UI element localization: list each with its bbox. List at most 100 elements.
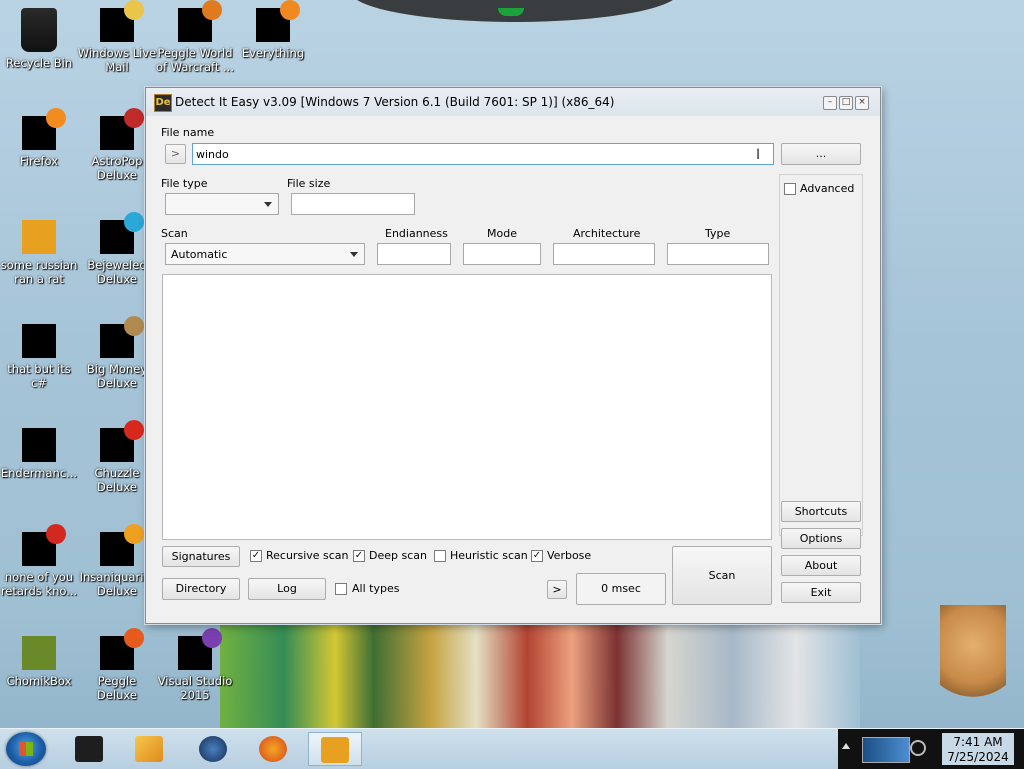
desktop-icon-peggle-deluxe[interactable]: Peggle Deluxe	[76, 628, 158, 702]
deep-scan-checkbox[interactable]: ✓	[353, 550, 365, 562]
results-panel[interactable]	[162, 274, 772, 540]
globe-icon	[199, 736, 227, 762]
game-icon	[100, 524, 144, 566]
elapsed-time: 0 msec	[576, 573, 666, 605]
taskbar-app-detect-it-easy[interactable]	[308, 732, 362, 766]
verbose-checkbox[interactable]: ✓	[531, 550, 543, 562]
scan-label: Scan	[161, 227, 188, 240]
media-player-icon	[135, 736, 163, 762]
desktop-icon-windows-live-mail[interactable]: Windows Live Mail	[76, 0, 158, 74]
desktop-icon-label: ChomikBox	[6, 674, 72, 688]
desktop-icon-label: Firefox	[19, 154, 59, 168]
next-button[interactable]: >	[547, 580, 567, 599]
taskbar-app-1[interactable]	[62, 732, 116, 766]
desktop-icon-none-of-you[interactable]: none of you retards kno...	[0, 524, 80, 598]
clock-date: 7/25/2024	[947, 750, 1009, 764]
taskbar: 7:41 AM 7/25/2024	[0, 728, 1024, 769]
heuristic-scan-label: Heuristic scan	[450, 549, 528, 562]
die-icon	[321, 737, 349, 763]
die-icon	[22, 220, 56, 254]
endianness-field[interactable]	[377, 243, 451, 265]
go-button[interactable]: >	[165, 144, 186, 164]
desktop-icon-recycle-bin[interactable]: Recycle Bin	[0, 2, 80, 70]
mode-field[interactable]	[463, 243, 541, 265]
game-icon	[178, 0, 222, 42]
detect-it-easy-window: De Detect It Easy v3.09 [Windows 7 Versi…	[145, 87, 881, 624]
desktop-icon-some-russian[interactable]: some russian ran a rat	[0, 214, 80, 286]
desktop-icon-label: some russian ran a rat	[0, 258, 78, 286]
text-cursor-icon: I	[756, 147, 761, 163]
desktop-icon-everything[interactable]: Everything	[232, 0, 314, 60]
desktop-icon-endermanc[interactable]: Endermanc...	[0, 422, 80, 480]
desktop-icon-firefox[interactable]: Firefox	[0, 108, 80, 168]
minimize-button[interactable]: –	[823, 96, 837, 110]
file-size-field[interactable]	[291, 193, 415, 215]
close-button[interactable]: ×	[855, 96, 869, 110]
file-name-input[interactable]: windo I	[192, 143, 774, 165]
scan-mode-select[interactable]: Automatic	[165, 243, 365, 265]
mode-label: Mode	[487, 227, 517, 240]
file-size-label: File size	[287, 177, 331, 190]
desktop-icon-label: Recycle Bin	[5, 56, 73, 70]
advanced-label: Advanced	[800, 182, 855, 195]
wallpaper-led	[498, 8, 524, 16]
exit-button[interactable]: Exit	[781, 582, 861, 603]
wallpaper-pixel-art	[220, 622, 860, 732]
clock[interactable]: 7:41 AM 7/25/2024	[942, 733, 1014, 765]
mail-icon	[100, 0, 144, 42]
options-button[interactable]: Options	[781, 528, 861, 549]
tray-app-icon[interactable]	[862, 737, 910, 763]
about-button[interactable]: About	[781, 555, 861, 576]
taskbar-app-firefox[interactable]	[246, 732, 300, 766]
file-type-label: File type	[161, 177, 208, 190]
file-name-text: windo	[196, 148, 229, 161]
type-label: Type	[705, 227, 731, 240]
desktop-icon-chomikbox[interactable]: ChomikBox	[0, 630, 80, 688]
taskbar-app-media[interactable]	[122, 732, 176, 766]
all-types-label: All types	[352, 582, 400, 595]
game-icon	[100, 420, 144, 462]
desktop-icon-label: Peggle World of Warcraft ...	[156, 46, 234, 74]
show-hidden-icons-icon[interactable]	[842, 743, 850, 749]
log-button[interactable]: Log	[248, 578, 326, 600]
shortcuts-button[interactable]: Shortcuts	[781, 501, 861, 522]
architecture-field[interactable]	[553, 243, 655, 265]
desktop-icon-label: Peggle Deluxe	[97, 674, 137, 702]
game-icon	[100, 628, 144, 670]
signatures-button[interactable]: Signatures	[162, 546, 240, 567]
search-app-icon	[256, 0, 300, 42]
architecture-label: Architecture	[573, 227, 641, 240]
die-app-icon: De	[154, 94, 172, 112]
desktop-icon-that-but-its-csharp[interactable]: that but its c#	[0, 318, 80, 390]
all-types-checkbox[interactable]	[335, 583, 347, 595]
file-type-select[interactable]	[165, 193, 279, 215]
desktop-icon-peggle-wow[interactable]: Peggle World of Warcraft ...	[154, 0, 236, 74]
directory-button[interactable]: Directory	[162, 578, 240, 600]
title-bar[interactable]: De Detect It Easy v3.09 [Windows 7 Versi…	[146, 88, 880, 116]
network-icon[interactable]	[910, 740, 926, 756]
maximize-button[interactable]: □	[839, 96, 853, 110]
scan-mode-value: Automatic	[171, 248, 228, 261]
game-icon	[100, 316, 144, 358]
windows-logo-icon	[19, 742, 33, 756]
start-button[interactable]	[6, 732, 46, 766]
desktop-icon-label: that but its c#	[7, 362, 71, 390]
advanced-checkbox[interactable]	[784, 183, 796, 195]
desktop-icon-label: Everything	[241, 46, 305, 60]
desktop-icon-visual-studio[interactable]: Visual Studio 2015	[154, 628, 236, 702]
file-name-label: File name	[161, 126, 215, 139]
window-title: Detect It Easy v3.09 [Windows 7 Version …	[175, 95, 615, 109]
scan-button[interactable]: Scan	[672, 546, 772, 605]
game-icon	[100, 212, 144, 254]
clock-time: 7:41 AM	[953, 735, 1003, 749]
shortcut-icon	[22, 324, 56, 358]
taskbar-app-globe[interactable]	[186, 732, 240, 766]
heuristic-scan-checkbox[interactable]	[434, 550, 446, 562]
chevron-down-icon	[264, 202, 272, 207]
desktop-icon-label: Visual Studio 2015	[157, 674, 233, 702]
browse-button[interactable]: ...	[781, 143, 861, 165]
recursive-scan-checkbox[interactable]: ✓	[250, 550, 262, 562]
side-panel	[779, 174, 863, 536]
verbose-label: Verbose	[547, 549, 592, 562]
type-field[interactable]	[667, 243, 769, 265]
